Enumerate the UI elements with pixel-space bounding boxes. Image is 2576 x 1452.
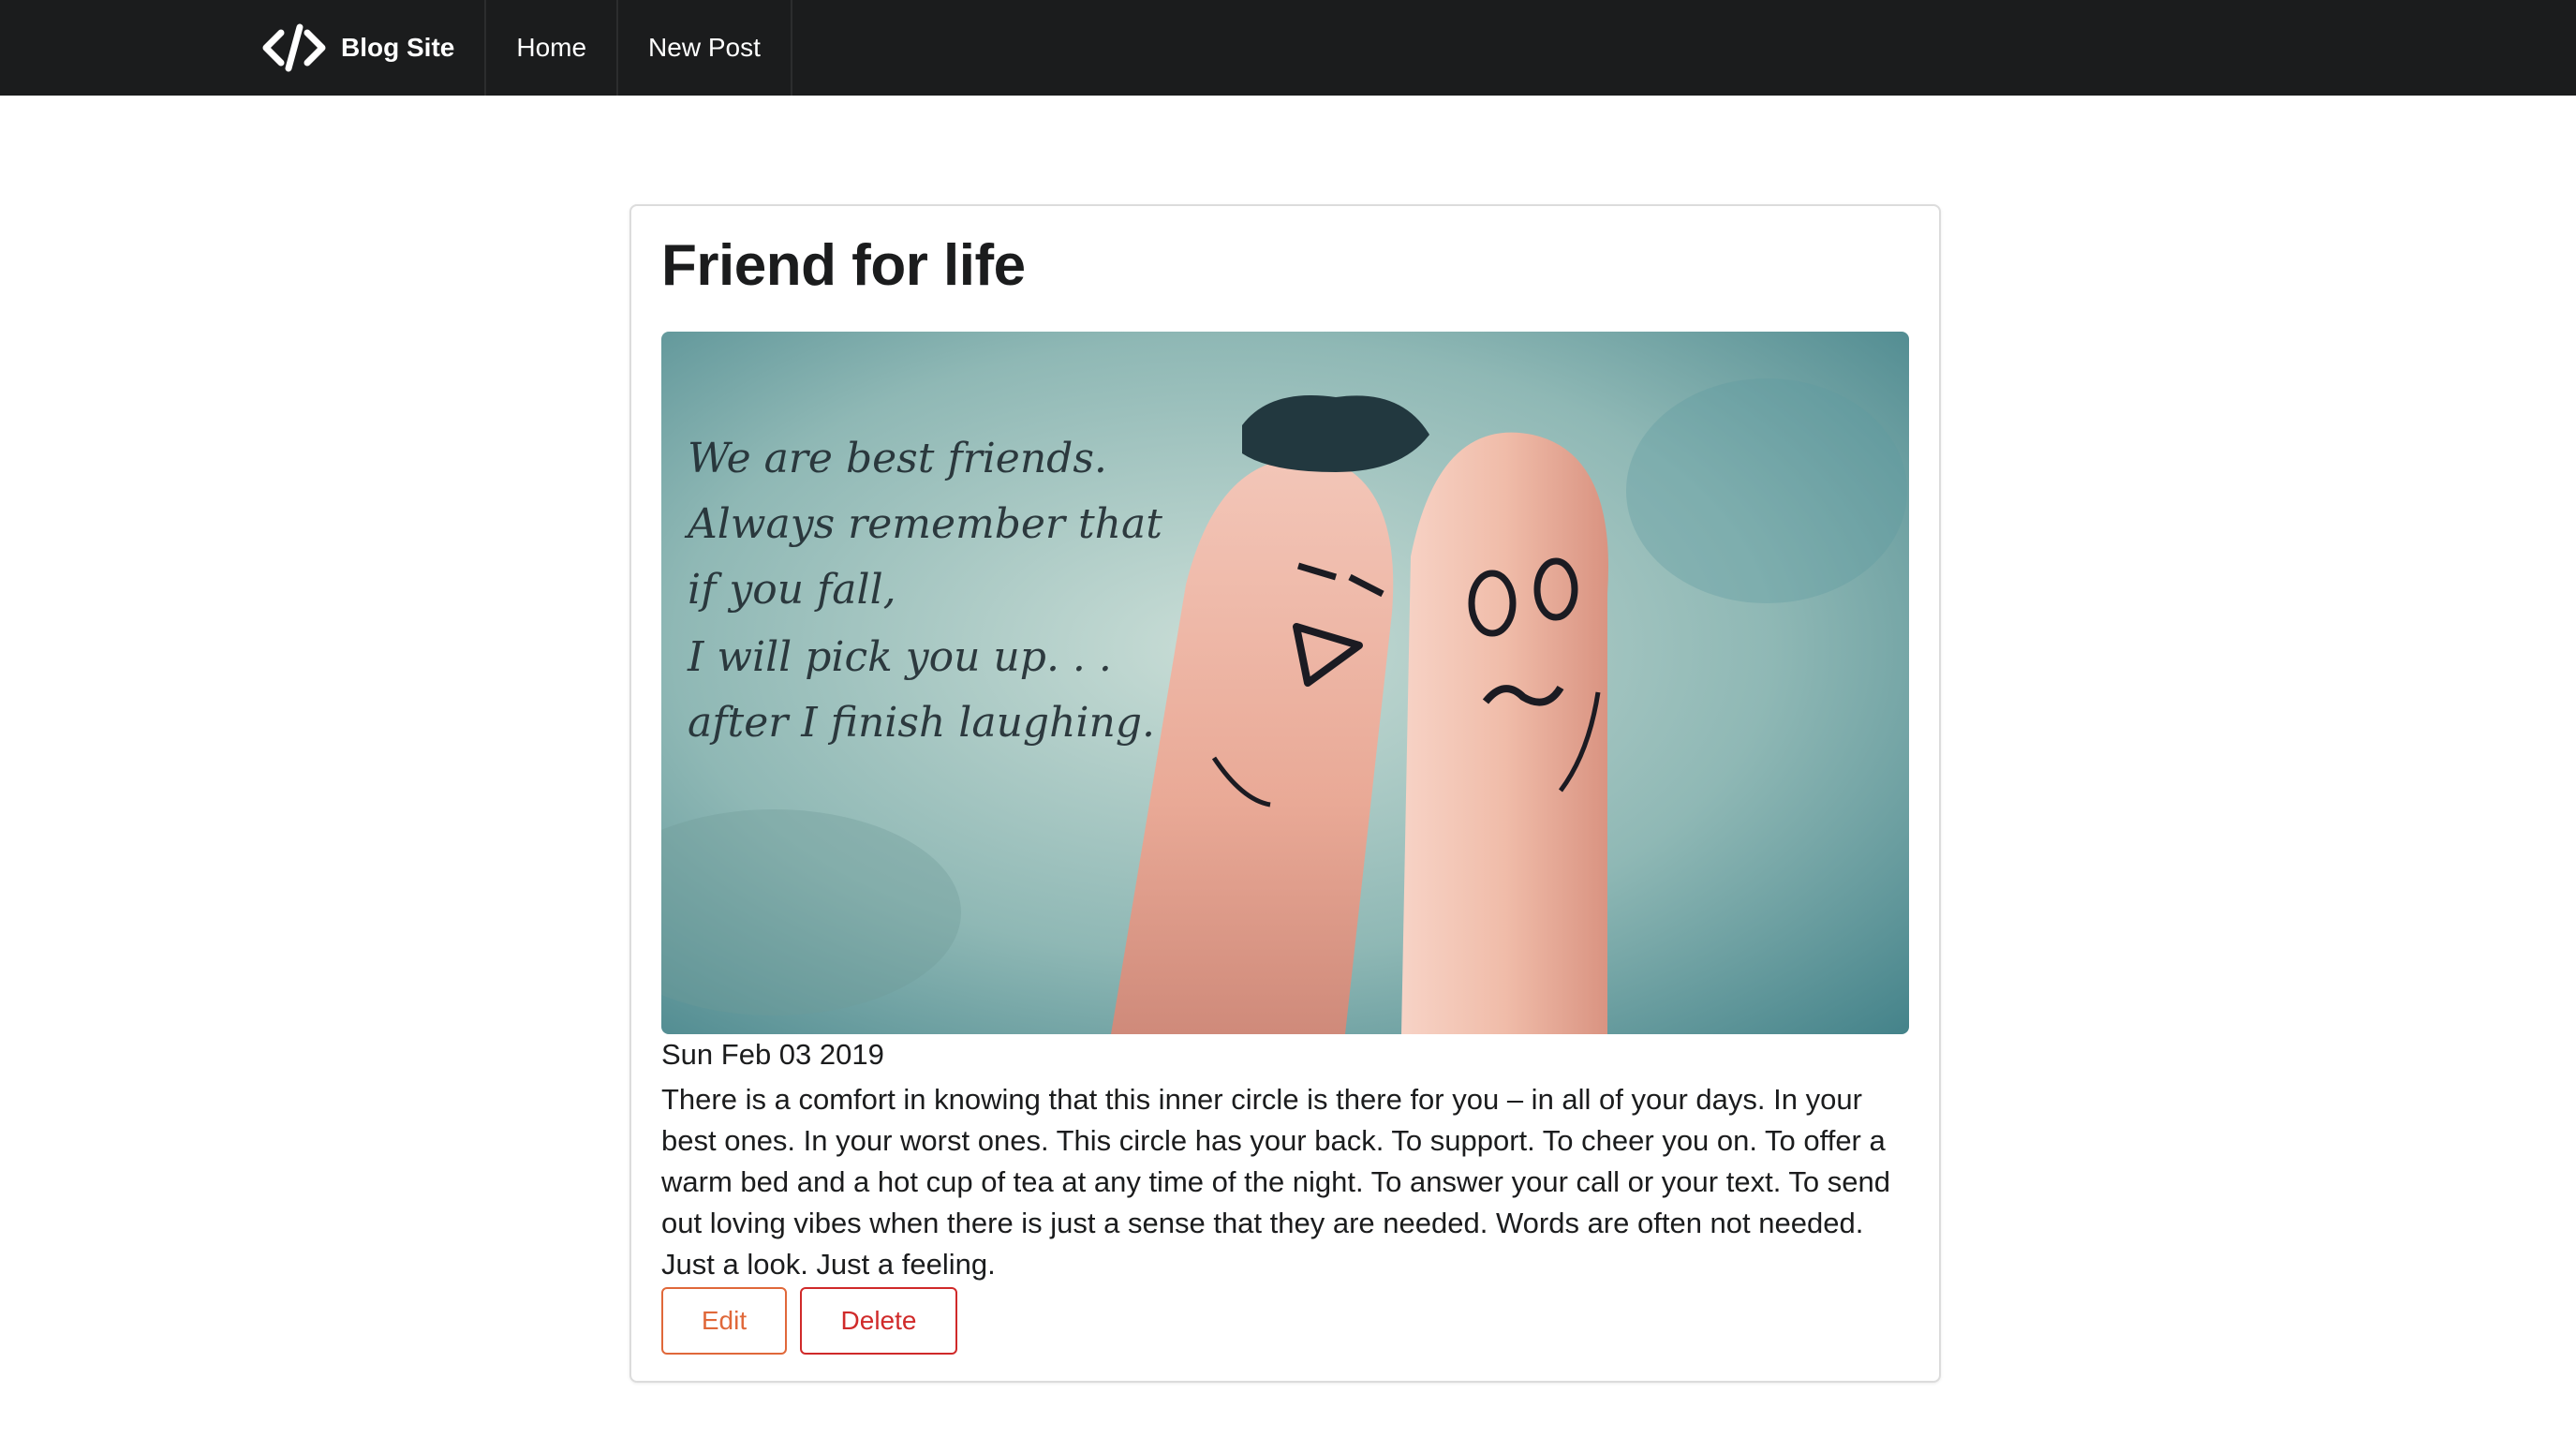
code-icon [262,23,326,72]
fingers-friends-image: We are best friends. Always remember tha… [661,332,1909,1034]
brand-link[interactable]: Blog Site [244,0,487,96]
quote-line-1: We are best friends. [688,435,1107,482]
post-body: There is a comfort in knowing that this … [661,1083,1890,1281]
brand-label: Blog Site [341,33,455,62]
quote-line-2: Always remember that [684,500,1162,548]
quote-line-4: I will pick you up. . . [687,633,1112,681]
nav-new-post-label: New Post [648,33,761,62]
top-navbar: Blog Site Home New Post [0,0,2576,96]
delete-button[interactable]: Delete [800,1287,957,1355]
nav-home-label: Home [516,33,587,62]
nav-new-post[interactable]: New Post [618,0,792,96]
post-title: Friend for life [661,233,1026,298]
post-date: Sun Feb 03 2019 [661,1038,884,1071]
quote-line-5: after I finish laughing. [688,699,1155,747]
quote-line-3: if you fall, [688,566,896,614]
post-image: We are best friends. Always remember tha… [661,332,1909,1034]
nav-home[interactable]: Home [486,0,619,96]
post-card: Friend for life We are best friends. Alw… [629,204,1941,1383]
edit-button[interactable]: Edit [661,1287,787,1355]
